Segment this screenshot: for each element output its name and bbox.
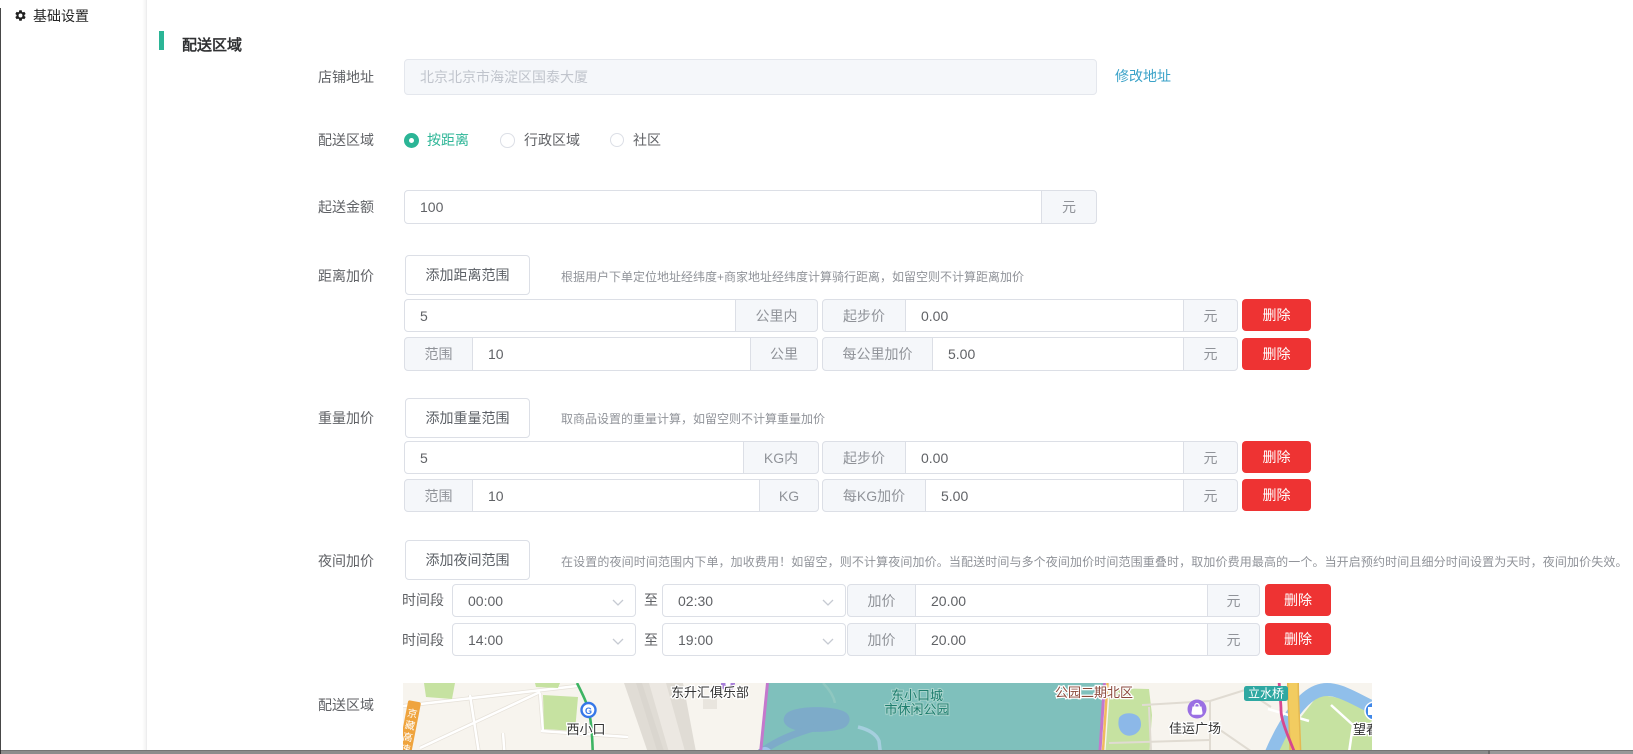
- svg-text:立水桥: 立水桥: [1248, 686, 1284, 701]
- svg-text:东小口城: 东小口城: [891, 688, 943, 703]
- svg-text:望春园: 望春园: [1353, 722, 1372, 737]
- svg-text:东升汇俱乐部: 东升汇俱乐部: [671, 685, 749, 700]
- svg-text:佳运广场: 佳运广场: [1169, 721, 1221, 736]
- svg-text:市休闲公园: 市休闲公园: [884, 702, 949, 717]
- svg-text:西小口: 西小口: [566, 722, 605, 737]
- svg-text:公园二期北区: 公园二期北区: [1055, 685, 1133, 700]
- svg-text:G: G: [585, 706, 592, 716]
